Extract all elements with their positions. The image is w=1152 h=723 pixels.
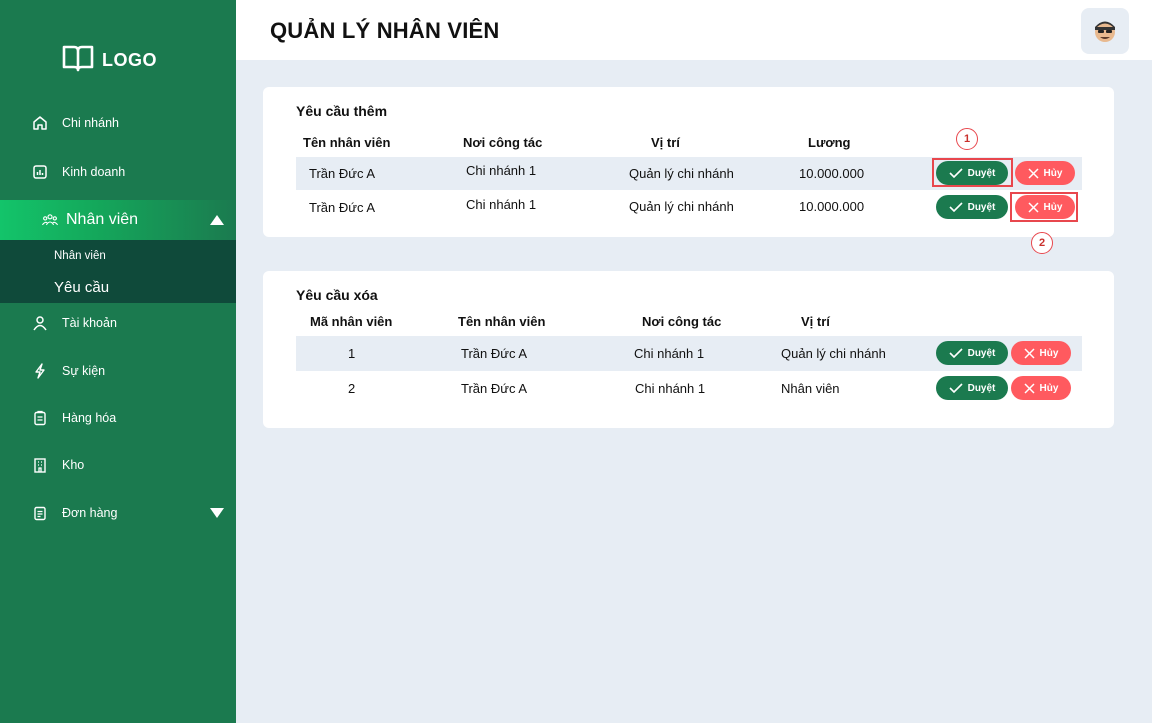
- position: Quản lý chi nhánh: [781, 346, 886, 361]
- reject-button[interactable]: Hủy: [1011, 341, 1071, 365]
- sidebar-item-label: Đơn hàng: [62, 506, 118, 520]
- sidebar-item-goods[interactable]: Hàng hóa: [0, 398, 236, 438]
- avatar-icon: [1095, 21, 1115, 42]
- reject-button[interactable]: Hủy: [1015, 161, 1075, 185]
- branch: Chi nhánh 1: [635, 381, 706, 396]
- sidebar-item-label: Kinh doanh: [62, 165, 126, 179]
- sidebar-item-label: Hàng hóa: [62, 411, 117, 425]
- sidebar-item-events[interactable]: Sự kiện: [0, 351, 236, 391]
- users-icon: [42, 212, 58, 228]
- approve-button[interactable]: Duyệt: [936, 341, 1008, 365]
- submenu-item-requests[interactable]: Yêu cầu: [54, 279, 109, 296]
- caret-up-icon[interactable]: [210, 215, 224, 225]
- branch: Chi nhánh 1: [466, 197, 537, 212]
- page-title: QUẢN LÝ NHÂN VIÊN: [270, 18, 500, 43]
- list-icon: [32, 505, 48, 521]
- lightning-icon: [32, 363, 48, 379]
- column-header: Tên nhân viên: [303, 135, 391, 150]
- submenu: Nhân viên Yêu cầu: [0, 240, 236, 303]
- annotation-marker: 2: [1031, 232, 1053, 254]
- reject-button[interactable]: Hủy: [1011, 376, 1071, 400]
- sidebar-item-label: Tài khoản: [62, 316, 117, 330]
- close-icon: [1028, 167, 1039, 179]
- logo[interactable]: LOGO: [62, 44, 157, 77]
- chart-icon: [32, 164, 48, 180]
- column-header: Vị trí: [651, 135, 680, 150]
- approve-label: Duyệt: [967, 201, 996, 213]
- user-account-icon: [32, 315, 48, 331]
- position: Nhân viên: [781, 381, 840, 396]
- caret-down-icon[interactable]: [210, 508, 224, 518]
- employee-name: Trần Đức A: [461, 346, 528, 361]
- approve-label: Duyệt: [967, 347, 996, 359]
- building-icon: [32, 457, 48, 473]
- sidebar: LOGO Chi nhánh Kinh doanh Nhân viên Nhân…: [0, 0, 236, 723]
- check-icon: [949, 383, 963, 393]
- column-header: Mã nhân viên: [310, 314, 393, 329]
- approve-label: Duyệt: [967, 382, 996, 394]
- delete-requests-card: Yêu cầu xóa Mã nhân viên Tên nhân viên N…: [263, 271, 1114, 428]
- sidebar-item-branches[interactable]: Chi nhánh: [0, 103, 236, 143]
- clipboard-icon: [32, 410, 48, 426]
- delete-requests-title: Yêu cầu xóa: [296, 287, 378, 303]
- table-row: Trần Đức A Chi nhánh 1 Quản lý chi nhánh…: [296, 191, 1082, 224]
- sidebar-item-label: Nhân viên: [66, 211, 139, 228]
- salary: 10.000.000: [799, 166, 865, 181]
- sidebar-item-warehouse[interactable]: Kho: [0, 445, 236, 485]
- highlight-box: [932, 158, 1013, 187]
- sidebar-item-employees[interactable]: Nhân viên: [0, 200, 236, 240]
- logo-text: LOGO: [102, 50, 157, 70]
- position: Quản lý chi nhánh: [629, 199, 734, 214]
- avatar[interactable]: [1081, 8, 1129, 54]
- reject-label: Hủy: [1043, 167, 1063, 179]
- add-requests-title: Yêu cầu thêm: [296, 103, 388, 119]
- reject-label: Hủy: [1039, 347, 1059, 359]
- approve-button[interactable]: Duyệt: [936, 195, 1008, 219]
- top-header: QUẢN LÝ NHÂN VIÊN: [236, 0, 1152, 60]
- highlight-box: [1010, 192, 1078, 222]
- salary: 10.000.000: [799, 199, 865, 214]
- check-icon: [949, 202, 963, 212]
- sidebar-item-accounts[interactable]: Tài khoản: [0, 303, 236, 343]
- close-icon: [1024, 347, 1035, 359]
- column-header: Vị trí: [801, 314, 830, 329]
- close-icon: [1024, 382, 1035, 394]
- home-icon: [32, 115, 48, 131]
- column-header: Lương: [808, 135, 851, 150]
- sidebar-item-orders[interactable]: Đơn hàng: [0, 493, 236, 533]
- sidebar-item-label: Kho: [62, 458, 85, 472]
- submenu-item-employees[interactable]: Nhân viên: [54, 250, 106, 262]
- employee-name: Trần Đức A: [309, 166, 376, 181]
- position: Quản lý chi nhánh: [629, 166, 734, 181]
- table-row: 1 Trần Đức A Chi nhánh 1 Quản lý chi nhá…: [296, 336, 1082, 371]
- sidebar-item-label: Chi nhánh: [62, 116, 119, 130]
- add-requests-card: Yêu cầu thêm Tên nhân viên Nơi công tác …: [263, 87, 1114, 254]
- annotation-marker: 1: [956, 128, 978, 150]
- table-row: 2 Trần Đức A Chi nhánh 1 Nhân viên Duyệt…: [296, 371, 1082, 406]
- branch: Chi nhánh 1: [634, 346, 705, 361]
- reject-label: Hủy: [1039, 382, 1059, 394]
- column-header: Nơi công tác: [463, 135, 543, 150]
- sidebar-item-label: Sự kiện: [62, 364, 106, 378]
- column-header: Nơi công tác: [642, 314, 722, 329]
- book-icon: [62, 44, 94, 77]
- employee-id: 1: [348, 346, 356, 361]
- branch: Chi nhánh 1: [466, 163, 537, 178]
- sidebar-item-business[interactable]: Kinh doanh: [0, 152, 236, 192]
- employee-name: Trần Đức A: [461, 381, 528, 396]
- employee-name: Trần Đức A: [309, 200, 376, 215]
- employee-id: 2: [348, 381, 356, 396]
- approve-button[interactable]: Duyệt: [936, 376, 1008, 400]
- check-icon: [949, 348, 963, 358]
- column-header: Tên nhân viên: [458, 314, 546, 329]
